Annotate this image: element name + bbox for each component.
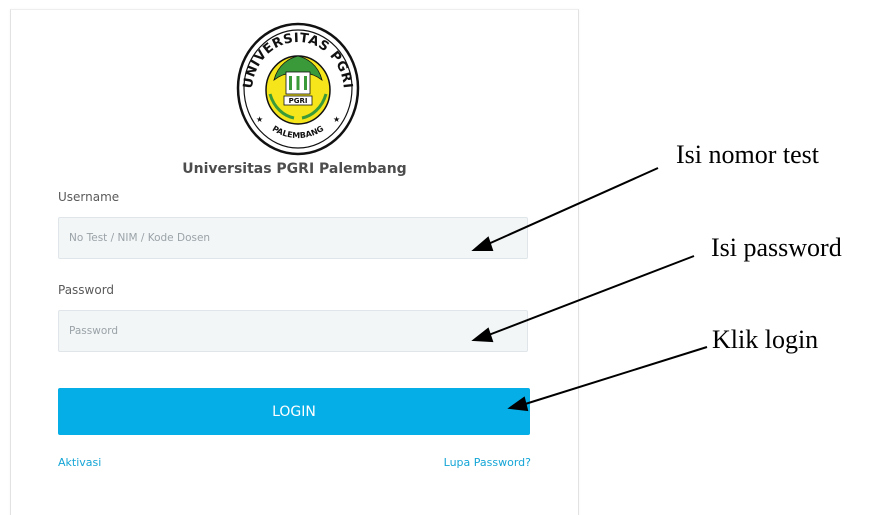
university-logo: UNIVERSITAS PGRI PALEMBANG PGRI ★ ★ xyxy=(236,22,360,156)
username-label: Username xyxy=(58,190,120,204)
forgot-password-link[interactable]: Lupa Password? xyxy=(444,456,531,469)
svg-text:★: ★ xyxy=(256,115,263,124)
annotation-login-note: Klik login xyxy=(712,325,819,354)
username-input[interactable] xyxy=(58,217,528,259)
login-button[interactable]: LOGIN xyxy=(58,388,530,435)
annotation-username-note: Isi nomor test xyxy=(676,140,819,169)
login-card: UNIVERSITAS PGRI PALEMBANG PGRI ★ ★ Univ… xyxy=(10,9,579,515)
annotation-password-note: Isi password xyxy=(711,233,842,262)
password-input[interactable] xyxy=(58,310,528,352)
svg-text:PGRI: PGRI xyxy=(289,97,308,105)
university-name: Universitas PGRI Palembang xyxy=(182,161,407,177)
aktivasi-link[interactable]: Aktivasi xyxy=(58,456,101,469)
password-label: Password xyxy=(58,283,115,297)
svg-text:★: ★ xyxy=(333,115,340,124)
